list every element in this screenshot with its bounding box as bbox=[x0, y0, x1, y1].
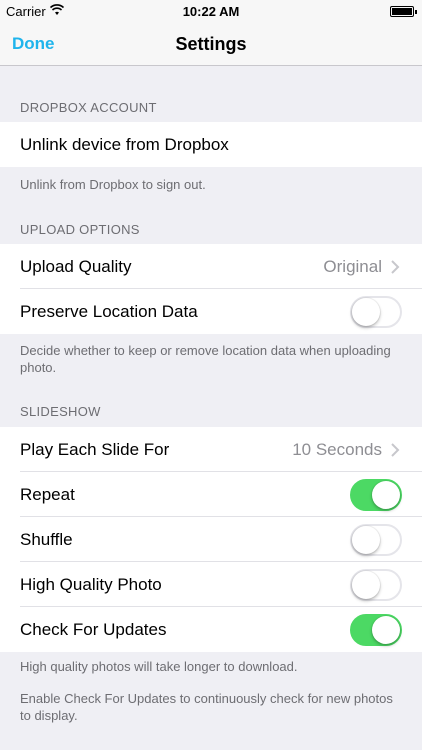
repeat-label: Repeat bbox=[20, 485, 75, 504]
high-quality-photo-label: High Quality Photo bbox=[20, 575, 162, 594]
navigation-bar: Done Settings bbox=[0, 24, 422, 66]
section-header-slideshow: SLIDESHOW bbox=[20, 404, 101, 419]
chevron-right-icon bbox=[391, 443, 400, 457]
check-for-updates-row: Check For Updates bbox=[0, 607, 422, 652]
clock: 10:22 AM bbox=[182, 4, 240, 19]
chevron-right-icon bbox=[391, 260, 400, 274]
shuffle-row: Shuffle bbox=[0, 517, 422, 562]
section-header-upload: UPLOAD OPTIONS bbox=[20, 222, 140, 237]
slideshow-footer-updates: Enable Check For Updates to continuously… bbox=[20, 691, 393, 723]
page-title: Settings bbox=[175, 34, 247, 54]
preserve-location-toggle[interactable] bbox=[350, 296, 402, 328]
upload-quality-label: Upload Quality bbox=[20, 257, 132, 276]
high-quality-photo-row: High Quality Photo bbox=[0, 562, 422, 607]
unlink-label: Unlink device from Dropbox bbox=[20, 135, 229, 154]
play-each-slide-row[interactable]: Play Each Slide For 10 Seconds bbox=[0, 427, 422, 472]
slideshow-footer-quality: High quality photos will take longer to … bbox=[20, 659, 298, 674]
upload-quality-value: Original bbox=[323, 257, 382, 276]
battery-icon bbox=[390, 6, 417, 17]
section-header-dropbox: DROPBOX ACCOUNT bbox=[20, 100, 157, 115]
repeat-row: Repeat bbox=[0, 472, 422, 517]
shuffle-toggle[interactable] bbox=[350, 524, 402, 556]
check-for-updates-label: Check For Updates bbox=[20, 620, 167, 639]
repeat-toggle[interactable] bbox=[350, 479, 402, 511]
preserve-location-row: Preserve Location Data bbox=[0, 289, 422, 334]
play-each-slide-label: Play Each Slide For bbox=[20, 440, 170, 459]
check-for-updates-toggle[interactable] bbox=[350, 614, 402, 646]
dropbox-footer: Unlink from Dropbox to sign out. bbox=[20, 177, 206, 192]
unlink-dropbox-button[interactable]: Unlink device from Dropbox bbox=[0, 122, 422, 167]
play-each-slide-value: 10 Seconds bbox=[292, 440, 382, 459]
preserve-location-label: Preserve Location Data bbox=[20, 302, 198, 321]
upload-quality-row[interactable]: Upload Quality Original bbox=[0, 244, 422, 289]
high-quality-photo-toggle[interactable] bbox=[350, 569, 402, 601]
shuffle-label: Shuffle bbox=[20, 530, 73, 549]
status-bar: Carrier 10:22 AM bbox=[0, 0, 422, 24]
upload-footer: Decide whether to keep or remove locatio… bbox=[20, 343, 391, 375]
